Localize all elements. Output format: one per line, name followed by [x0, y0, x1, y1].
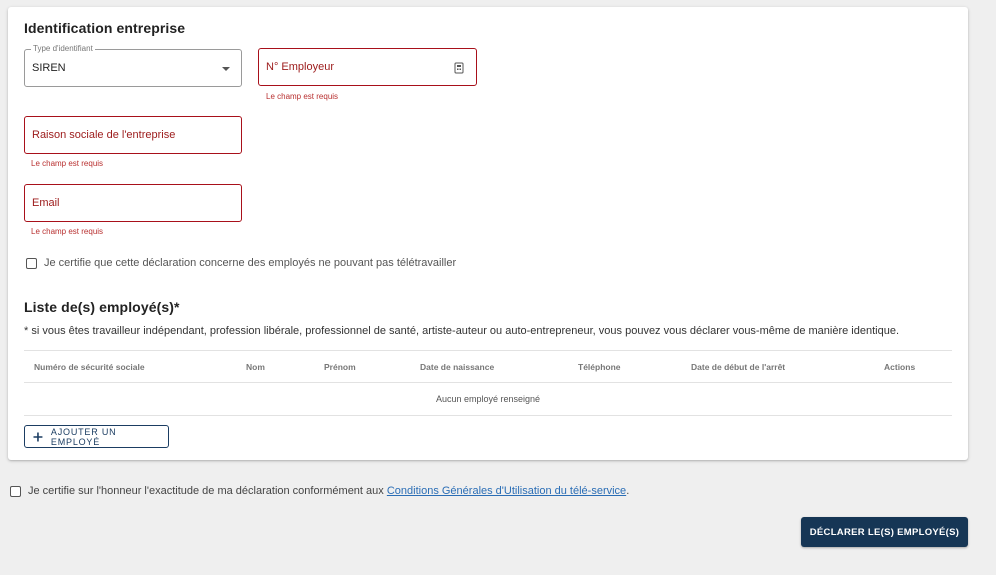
telework-certify-label: Je certifie que cette déclaration concer…	[44, 257, 457, 269]
col-phone: Téléphone	[578, 362, 621, 372]
company-name-error: Le champ est requis	[31, 159, 104, 168]
employer-number-placeholder: N° Employeur	[266, 61, 334, 73]
telework-certify-checkbox[interactable]	[26, 257, 37, 269]
employees-note: * si vous êtes travailleur indépendant, …	[24, 325, 900, 337]
telework-certify-row: Je certifie que cette déclaration concer…	[26, 257, 456, 269]
col-social-security: Numéro de sécurité sociale	[34, 362, 145, 372]
employees-section-title: Liste de(s) employé(s)*	[24, 299, 180, 315]
honor-certify-row: Je certifie sur l'honneur l'exactitude d…	[10, 485, 629, 497]
honor-certify-prefix: Je certifie sur l'honneur l'exactitude d…	[28, 485, 387, 497]
declare-employees-button[interactable]: DÉCLARER LE(S) EMPLOYÉ(S)	[801, 517, 968, 547]
email-field[interactable]: Email	[24, 184, 242, 222]
honor-certify-label: Je certifie sur l'honneur l'exactitude d…	[28, 485, 629, 497]
honor-certify-suffix: .	[626, 485, 630, 497]
id-type-select[interactable]: Type d'identifiant SIREN	[24, 44, 242, 87]
col-birth-date: Date de naissance	[420, 362, 495, 372]
employees-empty-row: Aucun employé renseigné	[24, 383, 952, 416]
employer-number-error: Le champ est requis	[266, 92, 339, 101]
employees-table-header: Numéro de sécurité sociale Nom Prénom Da…	[24, 350, 952, 383]
id-type-value: SIREN	[32, 62, 66, 74]
chevron-down-icon	[222, 67, 230, 71]
company-name-field[interactable]: Raison sociale de l'entreprise	[24, 116, 242, 154]
col-first-name: Prénom	[324, 362, 356, 372]
id-type-legend: Type d'identifiant	[31, 44, 95, 54]
employer-number-field[interactable]: N° Employeur	[258, 48, 477, 86]
company-card: Identification entreprise Type d'identif…	[8, 7, 968, 460]
col-stop-start-date: Date de début de l'arrêt	[691, 362, 786, 372]
add-employee-button[interactable]: AJOUTER UN EMPLOYÉ	[24, 425, 169, 448]
cgu-link[interactable]: Conditions Générales d'Utilisation du té…	[387, 485, 626, 497]
calculator-icon	[454, 62, 464, 74]
honor-certify-checkbox[interactable]	[10, 485, 21, 497]
plus-icon	[33, 432, 43, 441]
add-employee-label: AJOUTER UN EMPLOYÉ	[50, 426, 117, 447]
email-error: Le champ est requis	[31, 227, 104, 236]
col-last-name: Nom	[246, 362, 265, 372]
email-placeholder: Email	[32, 197, 60, 209]
company-name-placeholder: Raison sociale de l'entreprise	[32, 129, 176, 141]
col-actions: Actions	[884, 362, 916, 372]
company-section-title: Identification entreprise	[24, 20, 186, 36]
